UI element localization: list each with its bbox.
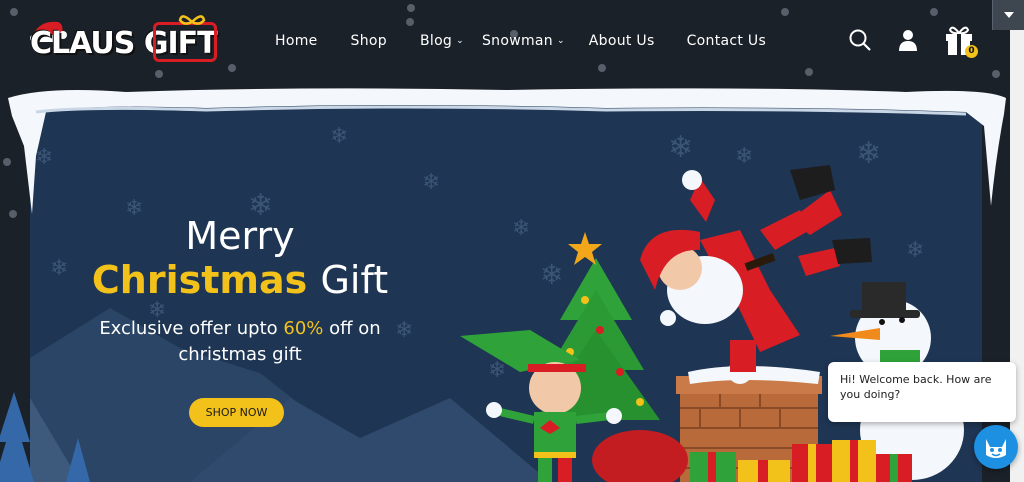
chat-launcher-button[interactable] bbox=[974, 425, 1018, 469]
santa-claus bbox=[640, 165, 872, 384]
cat-mascot-icon bbox=[986, 439, 1006, 458]
chat-message: Hi! Welcome back. How are you doing? bbox=[840, 373, 992, 401]
chat-welcome-bubble[interactable]: Hi! Welcome back. How are you doing? bbox=[828, 362, 1016, 422]
